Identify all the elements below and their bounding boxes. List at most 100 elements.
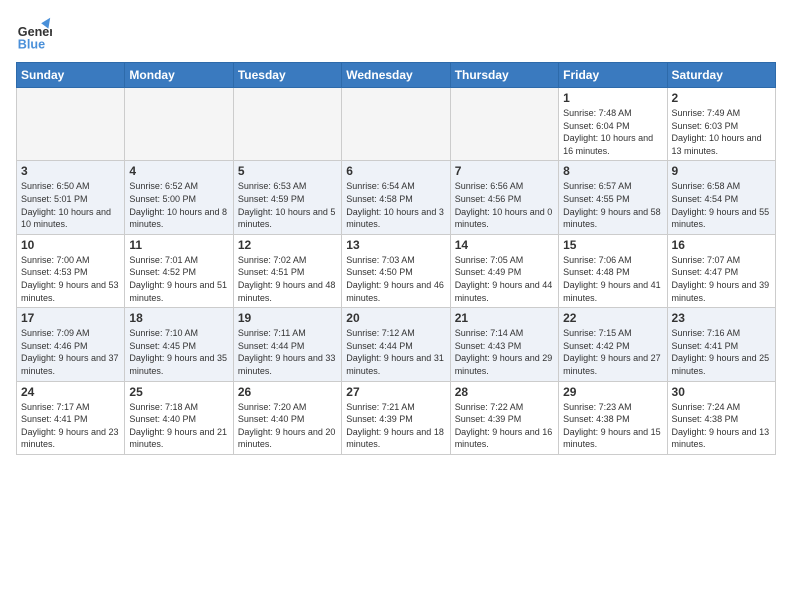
day-number: 12 (238, 238, 337, 252)
day-number: 20 (346, 311, 445, 325)
svg-text:Blue: Blue (18, 37, 45, 51)
day-number: 15 (563, 238, 662, 252)
weekday-header: Tuesday (233, 63, 341, 88)
weekday-header: Wednesday (342, 63, 450, 88)
cell-info: Sunrise: 6:53 AM Sunset: 4:59 PM Dayligh… (238, 180, 337, 230)
day-number: 17 (21, 311, 120, 325)
day-number: 22 (563, 311, 662, 325)
cell-info: Sunrise: 7:09 AM Sunset: 4:46 PM Dayligh… (21, 327, 120, 377)
weekday-header: Sunday (17, 63, 125, 88)
day-number: 14 (455, 238, 554, 252)
calendar-cell: 30 Sunrise: 7:24 AM Sunset: 4:38 PM Dayli… (667, 381, 775, 454)
calendar-cell: 12 Sunrise: 7:02 AM Sunset: 4:51 PM Dayli… (233, 234, 341, 307)
cell-info: Sunrise: 7:01 AM Sunset: 4:52 PM Dayligh… (129, 254, 228, 304)
cell-info: Sunrise: 6:56 AM Sunset: 4:56 PM Dayligh… (455, 180, 554, 230)
cell-info: Sunrise: 7:05 AM Sunset: 4:49 PM Dayligh… (455, 254, 554, 304)
calendar-cell (17, 88, 125, 161)
calendar-cell: 5 Sunrise: 6:53 AM Sunset: 4:59 PM Daylig… (233, 161, 341, 234)
day-number: 21 (455, 311, 554, 325)
day-number: 3 (21, 164, 120, 178)
calendar-cell: 4 Sunrise: 6:52 AM Sunset: 5:00 PM Daylig… (125, 161, 233, 234)
calendar-cell: 19 Sunrise: 7:11 AM Sunset: 4:44 PM Dayli… (233, 308, 341, 381)
calendar-cell (450, 88, 558, 161)
calendar-cell: 15 Sunrise: 7:06 AM Sunset: 4:48 PM Dayli… (559, 234, 667, 307)
calendar-cell: 2 Sunrise: 7:49 AM Sunset: 6:03 PM Daylig… (667, 88, 775, 161)
calendar-cell: 7 Sunrise: 6:56 AM Sunset: 4:56 PM Daylig… (450, 161, 558, 234)
day-number: 2 (672, 91, 771, 105)
weekday-header: Friday (559, 63, 667, 88)
cell-info: Sunrise: 7:00 AM Sunset: 4:53 PM Dayligh… (21, 254, 120, 304)
day-number: 9 (672, 164, 771, 178)
cell-info: Sunrise: 7:14 AM Sunset: 4:43 PM Dayligh… (455, 327, 554, 377)
calendar-week-row: 1 Sunrise: 7:48 AM Sunset: 6:04 PM Daylig… (17, 88, 776, 161)
cell-info: Sunrise: 7:03 AM Sunset: 4:50 PM Dayligh… (346, 254, 445, 304)
cell-info: Sunrise: 6:57 AM Sunset: 4:55 PM Dayligh… (563, 180, 662, 230)
day-number: 6 (346, 164, 445, 178)
cell-info: Sunrise: 7:16 AM Sunset: 4:41 PM Dayligh… (672, 327, 771, 377)
day-number: 29 (563, 385, 662, 399)
cell-info: Sunrise: 7:20 AM Sunset: 4:40 PM Dayligh… (238, 401, 337, 451)
cell-info: Sunrise: 7:48 AM Sunset: 6:04 PM Dayligh… (563, 107, 662, 157)
cell-info: Sunrise: 7:10 AM Sunset: 4:45 PM Dayligh… (129, 327, 228, 377)
logo: General Blue (16, 16, 52, 52)
calendar-cell: 28 Sunrise: 7:22 AM Sunset: 4:39 PM Dayli… (450, 381, 558, 454)
cell-info: Sunrise: 6:54 AM Sunset: 4:58 PM Dayligh… (346, 180, 445, 230)
cell-info: Sunrise: 7:23 AM Sunset: 4:38 PM Dayligh… (563, 401, 662, 451)
cell-info: Sunrise: 7:12 AM Sunset: 4:44 PM Dayligh… (346, 327, 445, 377)
cell-info: Sunrise: 7:24 AM Sunset: 4:38 PM Dayligh… (672, 401, 771, 451)
calendar-cell: 24 Sunrise: 7:17 AM Sunset: 4:41 PM Dayli… (17, 381, 125, 454)
calendar-cell: 14 Sunrise: 7:05 AM Sunset: 4:49 PM Dayli… (450, 234, 558, 307)
cell-info: Sunrise: 7:02 AM Sunset: 4:51 PM Dayligh… (238, 254, 337, 304)
weekday-header: Monday (125, 63, 233, 88)
calendar-cell: 26 Sunrise: 7:20 AM Sunset: 4:40 PM Dayli… (233, 381, 341, 454)
day-number: 13 (346, 238, 445, 252)
calendar-week-row: 17 Sunrise: 7:09 AM Sunset: 4:46 PM Dayli… (17, 308, 776, 381)
day-number: 16 (672, 238, 771, 252)
calendar-cell: 22Sunrise: 7:15 AM Sunset: 4:42 PM Dayli… (559, 308, 667, 381)
day-number: 28 (455, 385, 554, 399)
calendar-cell: 17 Sunrise: 7:09 AM Sunset: 4:46 PM Dayli… (17, 308, 125, 381)
calendar-cell (342, 88, 450, 161)
day-number: 5 (238, 164, 337, 178)
cell-info: Sunrise: 7:21 AM Sunset: 4:39 PM Dayligh… (346, 401, 445, 451)
cell-info: Sunrise: 6:52 AM Sunset: 5:00 PM Dayligh… (129, 180, 228, 230)
day-number: 19 (238, 311, 337, 325)
day-number: 18 (129, 311, 228, 325)
cell-info: Sunrise: 7:18 AM Sunset: 4:40 PM Dayligh… (129, 401, 228, 451)
calendar-cell: 10Sunrise: 7:00 AM Sunset: 4:53 PM Dayli… (17, 234, 125, 307)
calendar-cell: 3 Sunrise: 6:50 AM Sunset: 5:01 PM Daylig… (17, 161, 125, 234)
day-number: 11 (129, 238, 228, 252)
cell-info: Sunrise: 7:06 AM Sunset: 4:48 PM Dayligh… (563, 254, 662, 304)
day-number: 30 (672, 385, 771, 399)
cell-info: Sunrise: 6:58 AM Sunset: 4:54 PM Dayligh… (672, 180, 771, 230)
calendar-cell: 23 Sunrise: 7:16 AM Sunset: 4:41 PM Dayli… (667, 308, 775, 381)
calendar-cell: 9 Sunrise: 6:58 AM Sunset: 4:54 PM Daylig… (667, 161, 775, 234)
calendar-cell: 6 Sunrise: 6:54 AM Sunset: 4:58 PM Daylig… (342, 161, 450, 234)
cell-info: Sunrise: 7:22 AM Sunset: 4:39 PM Dayligh… (455, 401, 554, 451)
calendar-cell: 25Sunrise: 7:18 AM Sunset: 4:40 PM Dayli… (125, 381, 233, 454)
day-number: 4 (129, 164, 228, 178)
day-number: 8 (563, 164, 662, 178)
calendar-cell: 11 Sunrise: 7:01 AM Sunset: 4:52 PM Dayli… (125, 234, 233, 307)
cell-info: Sunrise: 7:49 AM Sunset: 6:03 PM Dayligh… (672, 107, 771, 157)
calendar-cell: 13 Sunrise: 7:03 AM Sunset: 4:50 PM Dayli… (342, 234, 450, 307)
day-number: 26 (238, 385, 337, 399)
calendar-week-row: 24 Sunrise: 7:17 AM Sunset: 4:41 PM Dayli… (17, 381, 776, 454)
calendar-cell: 20 Sunrise: 7:12 AM Sunset: 4:44 PM Dayli… (342, 308, 450, 381)
calendar-cell: 16 Sunrise: 7:07 AM Sunset: 4:47 PM Dayli… (667, 234, 775, 307)
cell-info: Sunrise: 6:50 AM Sunset: 5:01 PM Dayligh… (21, 180, 120, 230)
cell-info: Sunrise: 7:11 AM Sunset: 4:44 PM Dayligh… (238, 327, 337, 377)
day-number: 23 (672, 311, 771, 325)
calendar-week-row: 10Sunrise: 7:00 AM Sunset: 4:53 PM Dayli… (17, 234, 776, 307)
weekday-header: Saturday (667, 63, 775, 88)
day-number: 1 (563, 91, 662, 105)
day-number: 27 (346, 385, 445, 399)
cell-info: Sunrise: 7:17 AM Sunset: 4:41 PM Dayligh… (21, 401, 120, 451)
page-header: General Blue (16, 16, 776, 52)
calendar-cell: 18 Sunrise: 7:10 AM Sunset: 4:45 PM Dayli… (125, 308, 233, 381)
calendar-cell: 29 Sunrise: 7:23 AM Sunset: 4:38 PM Dayli… (559, 381, 667, 454)
calendar-week-row: 3 Sunrise: 6:50 AM Sunset: 5:01 PM Daylig… (17, 161, 776, 234)
cell-info: Sunrise: 7:07 AM Sunset: 4:47 PM Dayligh… (672, 254, 771, 304)
day-number: 24 (21, 385, 120, 399)
day-number: 7 (455, 164, 554, 178)
